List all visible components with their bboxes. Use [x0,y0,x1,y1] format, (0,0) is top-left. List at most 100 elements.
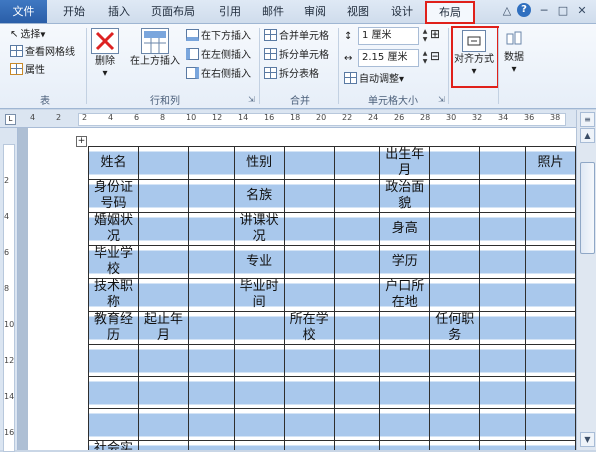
table-cell[interactable] [524,311,576,345]
table-cell[interactable] [524,179,576,213]
table-cell[interactable] [283,376,335,409]
tab-0[interactable]: 文件 [0,0,47,23]
delete-button[interactable]: 删除 ▾ [90,28,120,80]
tab-6[interactable]: 审阅 [296,2,334,21]
table-cell[interactable] [283,408,335,441]
table-cell[interactable] [479,212,526,246]
insert-above-button[interactable]: 在上方插入 [128,28,182,68]
table-cell[interactable] [524,408,576,441]
table-cell[interactable] [524,344,576,377]
table-cell[interactable] [333,376,381,409]
table-cell[interactable] [188,179,235,213]
tab-8[interactable]: 设计 [383,2,421,21]
tab-selector-icon[interactable]: L [5,114,16,125]
table-cell[interactable] [429,440,481,450]
table-label-cell[interactable]: 身高 [379,212,431,246]
table-cell[interactable] [333,408,381,441]
table-cell[interactable] [188,376,235,409]
tab-4[interactable]: 引用 [211,2,249,21]
table-cell[interactable] [233,408,285,441]
table-cell[interactable] [188,245,235,279]
table-label-cell[interactable]: 毕业时间 [233,278,285,312]
table-cell[interactable] [429,344,481,377]
resume-table[interactable]: 姓名 性别 出生年月 照片 身份证号码 名族 政治面貌 婚姻状况 讲课状况 身高 毕业学校 专业 学历技… [88,146,576,450]
horizontal-ruler[interactable]: 4 2 2 4 6 8 10 12 14 16 18 20 22 24 26 28 30 32 34 36 38 [0,110,576,128]
table-cell[interactable] [479,245,526,279]
table-cell[interactable] [188,278,235,312]
tab-3[interactable]: 页面布局 [143,2,203,21]
scroll-up-icon[interactable]: ▲ [580,128,595,143]
merge-cells-button[interactable]: 合并单元格 [264,29,329,43]
ruler-toggle-icon[interactable]: ≡ [580,112,595,127]
table-label-cell[interactable]: 所在学校 [283,311,335,345]
table-cell[interactable] [88,344,139,377]
minimize-ribbon-icon[interactable]: △ [500,4,514,17]
table-cell[interactable] [138,212,189,246]
table-cell[interactable] [188,408,235,441]
table-cell[interactable] [479,344,526,377]
table-cell[interactable] [429,245,481,279]
table-cell[interactable] [233,344,285,377]
table-label-cell[interactable]: 专业 [233,245,285,279]
table-cell[interactable] [379,376,431,409]
table-cell[interactable] [283,245,335,279]
table-cell[interactable] [479,146,526,180]
table-cell[interactable] [333,212,381,246]
tab-1[interactable]: 开始 [55,2,93,21]
table-cell[interactable] [138,344,189,377]
distribute-columns-icon[interactable]: ⊟ [430,50,440,63]
tab-5[interactable]: 邮件 [254,2,292,21]
alignment-button[interactable]: 对齐方式 ▾ [452,30,496,78]
table-label-cell[interactable]: 婚姻状况 [88,212,139,246]
table-cell[interactable] [283,278,335,312]
table-label-cell[interactable]: 任何职务 [429,311,481,345]
table-cell[interactable] [188,311,235,345]
table-cell[interactable] [333,440,381,450]
table-cell[interactable] [88,408,139,441]
scrollbar-thumb[interactable] [580,162,595,254]
column-width-spinner-icon[interactable]: ▲ ▼ [420,50,430,66]
split-table-button[interactable]: 拆分表格 [264,67,319,81]
view-gridlines-button[interactable]: 查看网格线 [10,45,75,59]
help-icon[interactable]: ? [517,3,531,17]
table-cell[interactable] [138,245,189,279]
insert-left-button[interactable]: 在左侧插入 [186,48,251,62]
document-page[interactable]: + 姓名 性别 出生年月 照片 身份证号码 名族 政治面貌 婚姻状况 讲课状况 身高 毕业学校 专业 学… [28,128,576,450]
table-cell[interactable] [479,440,526,450]
table-label-cell[interactable]: 社会实践 [88,440,139,450]
table-label-cell[interactable]: 讲课状况 [233,212,285,246]
tab-2[interactable]: 插入 [100,2,138,21]
table-label-cell[interactable]: 性别 [233,146,285,180]
table-cell[interactable] [333,146,381,180]
table-cell[interactable] [524,440,576,450]
table-cell[interactable] [379,344,431,377]
table-label-cell[interactable]: 政治面貌 [379,179,431,213]
table-cell[interactable] [188,212,235,246]
table-cell[interactable] [524,376,576,409]
table-cell[interactable] [479,278,526,312]
table-label-cell[interactable]: 名族 [233,179,285,213]
table-cell[interactable] [333,245,381,279]
select-button[interactable]: ↖ 选择▾ [10,28,45,42]
table-cell[interactable] [283,344,335,377]
vertical-ruler[interactable]: 2 4 6 8 10 12 14 16 [0,128,18,452]
table-cell[interactable] [138,376,189,409]
table-label-cell[interactable]: 技术职称 [88,278,139,312]
table-cell[interactable] [138,278,189,312]
row-height-input[interactable]: 1 厘米 ▲ ▼ [358,27,427,45]
cell-size-dialog-launcher-icon[interactable]: ⇲ [438,95,445,104]
table-cell[interactable] [379,440,431,450]
distribute-rows-icon[interactable]: ⊞ [430,28,440,41]
table-cell[interactable] [333,344,381,377]
table-cell[interactable] [138,179,189,213]
restore-window-icon[interactable]: □ [556,4,570,17]
table-cell[interactable] [188,146,235,180]
table-label-cell[interactable]: 起止年月 [138,311,189,345]
table-cell[interactable] [479,311,526,345]
table-cell[interactable] [479,408,526,441]
data-button[interactable]: 数据 ▾ [501,30,527,76]
table-cell[interactable] [429,146,481,180]
table-cell[interactable] [88,376,139,409]
minimize-window-icon[interactable]: ─ [537,4,551,17]
table-cell[interactable] [479,179,526,213]
